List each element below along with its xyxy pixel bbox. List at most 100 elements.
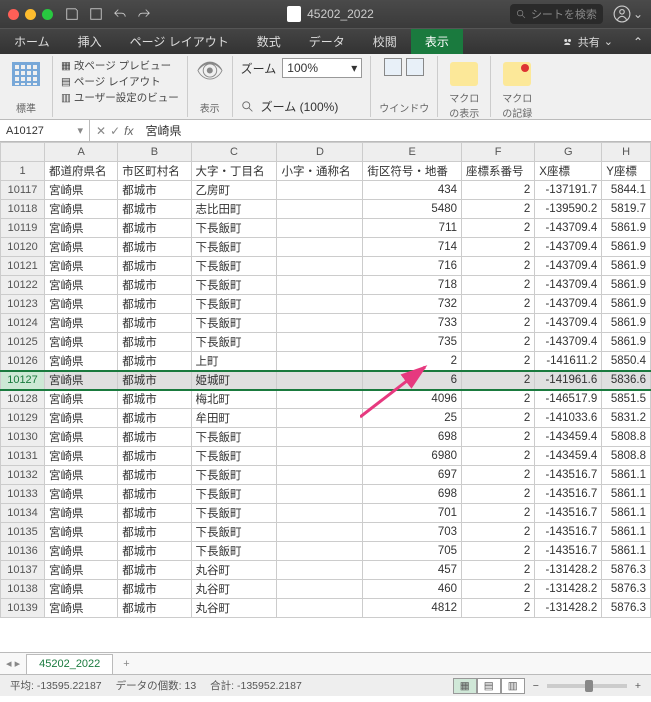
menu-formula[interactable]: 数式 [243, 29, 295, 54]
cell[interactable]: 2 [462, 295, 535, 314]
cell[interactable]: 5861.1 [602, 466, 651, 485]
cell[interactable]: 宮崎県 [45, 428, 118, 447]
cell[interactable]: 下長飯町 [191, 238, 277, 257]
cell[interactable]: 460 [363, 580, 462, 599]
cell[interactable]: 2 [462, 257, 535, 276]
cell[interactable]: 梅北町 [191, 390, 277, 409]
menu-layout[interactable]: ページ レイアウト [116, 29, 243, 54]
cell[interactable] [277, 200, 363, 219]
cell[interactable]: 5851.5 [602, 390, 651, 409]
row-header[interactable]: 10120 [1, 238, 45, 257]
undo-icon[interactable] [113, 7, 127, 21]
row-header[interactable]: 10123 [1, 295, 45, 314]
cell[interactable]: 都城市 [118, 200, 191, 219]
cell[interactable]: 宮崎県 [45, 466, 118, 485]
cell[interactable] [277, 447, 363, 466]
cell[interactable]: 都城市 [118, 276, 191, 295]
confirm-icon[interactable]: ✓ [110, 124, 120, 138]
col-header[interactable]: C [191, 143, 277, 162]
cell[interactable]: 宮崎県 [45, 542, 118, 561]
cell[interactable]: -143516.7 [535, 485, 602, 504]
cell[interactable]: 宮崎県 [45, 485, 118, 504]
cell[interactable]: 716 [363, 257, 462, 276]
share-button[interactable]: 共有⌄ [550, 34, 625, 50]
cell[interactable]: 2 [462, 447, 535, 466]
col-header[interactable]: F [462, 143, 535, 162]
cell[interactable] [277, 219, 363, 238]
save-as-icon[interactable] [89, 7, 103, 21]
cell[interactable]: 2 [462, 238, 535, 257]
row-header[interactable]: 10139 [1, 599, 45, 618]
cell[interactable]: 2 [462, 181, 535, 200]
cell[interactable]: 宮崎県 [45, 200, 118, 219]
cell[interactable] [277, 542, 363, 561]
cell[interactable]: 2 [462, 371, 535, 390]
cell[interactable]: 宮崎県 [45, 276, 118, 295]
cell[interactable]: 都城市 [118, 599, 191, 618]
menu-insert[interactable]: 挿入 [64, 29, 116, 54]
cell[interactable] [277, 295, 363, 314]
cell[interactable]: 5819.7 [602, 200, 651, 219]
cell[interactable]: 703 [363, 523, 462, 542]
cell[interactable]: 丸谷町 [191, 599, 277, 618]
cell[interactable]: 5861.1 [602, 504, 651, 523]
cancel-icon[interactable]: ✕ [96, 124, 106, 138]
cell[interactable]: 宮崎県 [45, 314, 118, 333]
cell[interactable]: 5876.3 [602, 580, 651, 599]
cell[interactable] [277, 428, 363, 447]
cell[interactable]: -131428.2 [535, 580, 602, 599]
row-header[interactable]: 10138 [1, 580, 45, 599]
cell[interactable]: 宮崎県 [45, 352, 118, 371]
cell[interactable]: 5861.1 [602, 523, 651, 542]
cell[interactable]: 2 [462, 314, 535, 333]
cell[interactable]: 宮崎県 [45, 523, 118, 542]
cell[interactable]: -139590.2 [535, 200, 602, 219]
user-view-option[interactable]: ▥ユーザー設定のビュー [61, 90, 179, 105]
col-header[interactable]: E [363, 143, 462, 162]
cell[interactable]: 2 [462, 485, 535, 504]
close-icon[interactable] [8, 9, 19, 20]
user-icon[interactable] [613, 5, 631, 23]
col-header[interactable]: D [277, 143, 363, 162]
row-header[interactable]: 10134 [1, 504, 45, 523]
menu-home[interactable]: ホーム [0, 29, 64, 54]
cell[interactable] [277, 409, 363, 428]
row-header[interactable]: 10135 [1, 523, 45, 542]
cell[interactable]: 乙房町 [191, 181, 277, 200]
cell[interactable] [277, 390, 363, 409]
cell[interactable]: 2 [462, 466, 535, 485]
cell[interactable]: 705 [363, 542, 462, 561]
cell[interactable]: -143709.4 [535, 276, 602, 295]
cell[interactable]: -143709.4 [535, 314, 602, 333]
header-cell[interactable]: X座標 [535, 162, 602, 181]
cell[interactable]: 698 [363, 485, 462, 504]
row-header[interactable]: 10129 [1, 409, 45, 428]
row-header[interactable]: 10127 [1, 371, 45, 390]
cell[interactable]: 2 [462, 219, 535, 238]
cell[interactable]: 733 [363, 314, 462, 333]
chevron-up-icon[interactable]: ⌃ [625, 35, 651, 49]
cell[interactable]: -146517.9 [535, 390, 602, 409]
cell[interactable]: 上町 [191, 352, 277, 371]
cell[interactable] [277, 352, 363, 371]
cell[interactable]: 宮崎県 [45, 447, 118, 466]
cell[interactable]: 都城市 [118, 371, 191, 390]
cell[interactable]: 2 [462, 523, 535, 542]
cell[interactable]: 下長飯町 [191, 333, 277, 352]
sheet-tab[interactable]: 45202_2022 [26, 654, 113, 674]
header-cell[interactable]: Y座標 [602, 162, 651, 181]
cell[interactable]: 5861.9 [602, 295, 651, 314]
header-cell[interactable]: 小字・通称名 [277, 162, 363, 181]
row-header[interactable]: 10137 [1, 561, 45, 580]
cell[interactable]: 5876.3 [602, 599, 651, 618]
zoom-in-button[interactable]: + [635, 680, 641, 692]
cell[interactable]: 698 [363, 428, 462, 447]
cell[interactable]: 下長飯町 [191, 314, 277, 333]
cell[interactable]: 下長飯町 [191, 504, 277, 523]
normal-view-button[interactable] [8, 58, 44, 90]
cell[interactable]: 都城市 [118, 523, 191, 542]
cell[interactable]: 都城市 [118, 466, 191, 485]
cell[interactable]: 4812 [363, 599, 462, 618]
cell[interactable] [277, 523, 363, 542]
cell[interactable]: 2 [462, 599, 535, 618]
